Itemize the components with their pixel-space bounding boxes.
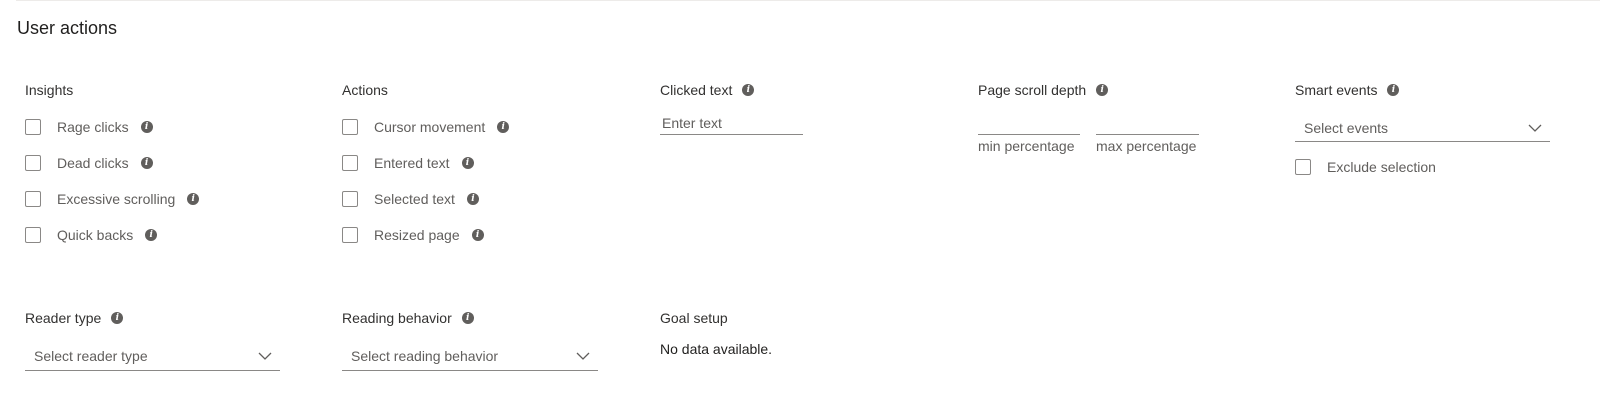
max-percentage-input[interactable] xyxy=(1096,111,1199,135)
info-icon[interactable]: i xyxy=(140,121,153,133)
rage-clicks-label: Rage clicks xyxy=(57,119,129,135)
excessive-scrolling-label: Excessive scrolling xyxy=(57,191,176,207)
reader-type-title-text: Reader type xyxy=(25,310,102,326)
chevron-down-icon xyxy=(576,352,590,360)
actions-title: Actions xyxy=(342,82,388,98)
dead-clicks-checkbox[interactable] xyxy=(25,155,41,171)
entered-text-label: Entered text xyxy=(374,155,450,171)
smart-events-title-text: Smart events xyxy=(1295,82,1378,98)
reader-type-title: Reader type i xyxy=(25,310,124,326)
reading-behavior-dropdown[interactable]: Select reading behavior xyxy=(342,342,598,371)
actions-item-cursor-movement[interactable]: Cursor movement i xyxy=(342,119,510,135)
actions-item-entered-text[interactable]: Entered text i xyxy=(342,155,474,171)
clicked-text-input[interactable] xyxy=(660,111,803,135)
selected-text-label: Selected text xyxy=(374,191,455,207)
info-icon[interactable]: i xyxy=(145,229,158,241)
max-percentage-label: max percentage xyxy=(1096,138,1197,154)
quick-backs-label: Quick backs xyxy=(57,227,134,243)
info-icon[interactable]: i xyxy=(471,229,484,241)
smart-events-dropdown-value: Select events xyxy=(1304,119,1389,136)
reading-behavior-dropdown-value: Select reading behavior xyxy=(351,348,499,364)
reader-type-dropdown-value: Select reader type xyxy=(34,348,148,364)
info-icon[interactable]: i xyxy=(111,312,124,324)
page-scroll-depth-title: Page scroll depth i xyxy=(978,82,1109,98)
quick-backs-checkbox[interactable] xyxy=(25,227,41,243)
smart-events-dropdown[interactable]: Select events xyxy=(1295,114,1550,142)
top-divider xyxy=(16,0,1600,1)
min-percentage-input[interactable] xyxy=(978,111,1080,135)
info-icon[interactable]: i xyxy=(461,157,474,169)
insights-item-quick-backs[interactable]: Quick backs i xyxy=(25,227,158,243)
reading-behavior-title: Reading behavior i xyxy=(342,310,474,326)
info-icon[interactable]: i xyxy=(1096,84,1109,96)
page-scroll-depth-title-text: Page scroll depth xyxy=(978,82,1087,98)
exclude-selection-label: Exclude selection xyxy=(1327,159,1436,175)
chevron-down-icon xyxy=(1528,124,1542,132)
clicked-text-title-text: Clicked text xyxy=(660,82,733,98)
info-icon[interactable]: i xyxy=(187,193,200,205)
dead-clicks-label: Dead clicks xyxy=(57,155,129,171)
exclude-selection-option[interactable]: Exclude selection xyxy=(1295,159,1436,175)
rage-clicks-checkbox[interactable] xyxy=(25,119,41,135)
cursor-movement-label: Cursor movement xyxy=(374,119,486,135)
insights-item-rage-clicks[interactable]: Rage clicks i xyxy=(25,119,153,135)
insights-item-dead-clicks[interactable]: Dead clicks i xyxy=(25,155,153,171)
goal-setup-title-text: Goal setup xyxy=(660,310,728,326)
selected-text-checkbox[interactable] xyxy=(342,191,358,207)
info-icon[interactable]: i xyxy=(461,312,474,324)
insights-title: Insights xyxy=(25,82,73,98)
resized-page-label: Resized page xyxy=(374,227,460,243)
info-icon[interactable]: i xyxy=(466,193,479,205)
insights-title-text: Insights xyxy=(25,82,74,98)
chevron-down-icon xyxy=(258,352,272,360)
actions-item-resized-page[interactable]: Resized page i xyxy=(342,227,484,243)
goal-setup-title: Goal setup xyxy=(660,310,728,326)
resized-page-checkbox[interactable] xyxy=(342,227,358,243)
excessive-scrolling-checkbox[interactable] xyxy=(25,191,41,207)
info-icon[interactable]: i xyxy=(140,157,153,169)
insights-item-excessive-scrolling[interactable]: Excessive scrolling i xyxy=(25,191,200,207)
actions-title-text: Actions xyxy=(342,82,388,98)
reader-type-dropdown[interactable]: Select reader type xyxy=(25,342,280,371)
info-icon[interactable]: i xyxy=(497,121,510,133)
clicked-text-title: Clicked text i xyxy=(660,82,755,98)
info-icon[interactable]: i xyxy=(1387,84,1400,96)
min-percentage-label: min percentage xyxy=(978,138,1075,154)
smart-events-title: Smart events i xyxy=(1295,82,1400,98)
cursor-movement-checkbox[interactable] xyxy=(342,119,358,135)
actions-item-selected-text[interactable]: Selected text i xyxy=(342,191,479,207)
entered-text-checkbox[interactable] xyxy=(342,155,358,171)
reading-behavior-title-text: Reading behavior xyxy=(342,310,452,326)
info-icon[interactable]: i xyxy=(742,84,755,96)
exclude-selection-checkbox[interactable] xyxy=(1295,159,1311,175)
section-title: User actions xyxy=(17,18,118,38)
goal-setup-empty-message: No data available. xyxy=(660,341,773,357)
